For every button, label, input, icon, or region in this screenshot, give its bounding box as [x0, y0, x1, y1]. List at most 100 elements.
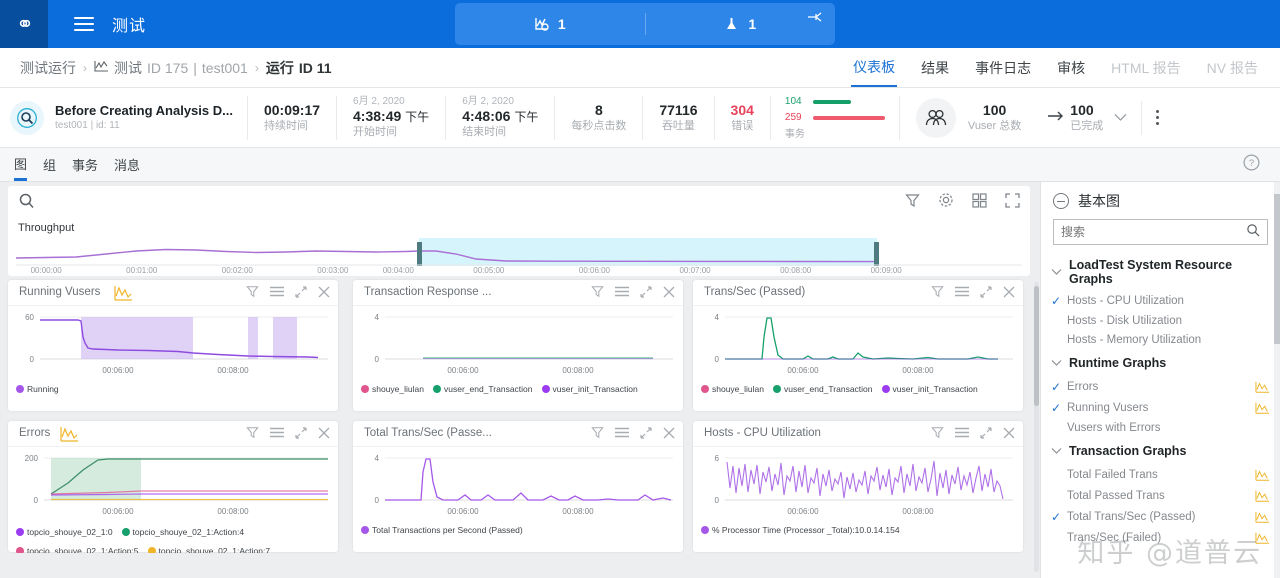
subtab-messages[interactable]: 消息 — [114, 148, 140, 181]
breadcrumb-root[interactable]: 测试运行 — [20, 58, 76, 78]
legend-item[interactable]: topcio_shouye_02_1:Action:4 — [121, 527, 244, 537]
legend-item[interactable]: vuser_init_Transaction — [881, 384, 978, 394]
sidebar-item-hosts-memory-utilization[interactable]: Hosts - Memory Utilization — [1041, 330, 1280, 349]
more-vertical-icon[interactable] — [1156, 110, 1160, 125]
legend-item[interactable]: topcio_shouye_02_1:Action:5 — [16, 546, 139, 553]
legend-item[interactable]: vuser_end_Transaction — [772, 384, 873, 394]
throughput-value: 77116 — [659, 101, 698, 118]
legend-label: vuser_end_Transaction — [783, 384, 873, 394]
sidebar-scrollbar-thumb[interactable] — [1274, 194, 1280, 344]
sidebar-item-hosts-disk-utilization[interactable]: Hosts - Disk Utilization — [1041, 311, 1280, 330]
sidebar-item-total-failed-trans[interactable]: Total Failed Trans — [1041, 464, 1280, 485]
card-trans-sec-passed[interactable]: Trans/Sec (Passed) 4 0 00:06:00 00:08:00… — [693, 280, 1023, 411]
sidebar-search[interactable] — [1053, 219, 1268, 245]
tab-dashboard[interactable]: 仪表板 — [851, 48, 898, 87]
legend-item[interactable]: topcio_shouye_02_1:Action:7 — [147, 546, 270, 553]
subtab-graphs[interactable]: 图 — [14, 148, 28, 181]
filter-icon[interactable] — [931, 285, 944, 298]
menu-icon[interactable] — [955, 427, 969, 438]
tab-event-log[interactable]: 事件日志 — [973, 48, 1033, 87]
tab-results[interactable]: 结果 — [919, 48, 951, 87]
card-header: Running Vusers — [8, 280, 338, 306]
item-label: Total Failed Trans — [1067, 468, 1158, 481]
tab-audit[interactable]: 审核 — [1055, 48, 1087, 87]
vuser-completed-cell[interactable]: 100 已完成 — [1047, 102, 1127, 134]
expand-icon[interactable] — [980, 285, 992, 298]
graph-thumbnail-icon[interactable] — [1255, 380, 1270, 394]
card-running-vusers[interactable]: Running Vusers 60 0 00:06:00 00:08:00 Ru… — [8, 280, 338, 411]
item-label: Hosts - Disk Utilization — [1067, 314, 1183, 327]
legend-item[interactable]: shouye_liulan — [361, 384, 424, 394]
pill-item-graph[interactable]: 1 — [455, 3, 645, 45]
close-icon[interactable] — [663, 427, 675, 439]
main-scrollbar-thumb[interactable] — [1034, 286, 1039, 406]
menu-icon[interactable] — [615, 286, 629, 297]
graph-thumbnail-icon[interactable] — [1255, 531, 1270, 545]
card-total-trans-sec[interactable]: Total Trans/Sec (Passe... 4 0 00:06:00 0… — [353, 421, 683, 552]
app-logo[interactable]: ⚭ — [0, 0, 48, 48]
search-icon[interactable] — [18, 192, 35, 214]
close-icon[interactable] — [1003, 427, 1015, 439]
sidebar-item-total-trans-sec-passed[interactable]: ✓ Total Trans/Sec (Passed) — [1041, 506, 1280, 527]
chevron-down-icon[interactable] — [1114, 109, 1127, 127]
filter-icon[interactable] — [931, 426, 944, 439]
sidebar-group-runtime-graphs[interactable]: Runtime Graphs — [1041, 349, 1280, 376]
card-hosts-cpu-utilization[interactable]: Hosts - CPU Utilization 6 0 00:06:00 00:… — [693, 421, 1023, 552]
timeline-plot[interactable] — [15, 238, 1022, 266]
filter-icon[interactable] — [591, 426, 604, 439]
sidebar-item-hosts-cpu-utilization[interactable]: ✓ Hosts - CPU Utilization — [1041, 290, 1280, 311]
expand-icon[interactable] — [295, 285, 307, 298]
expand-icon[interactable] — [640, 426, 652, 439]
card-transaction-response[interactable]: Transaction Response ... 4 0 00:06:00 00… — [353, 280, 683, 411]
sidebar-item-vusers-with-errors[interactable]: Vusers with Errors — [1041, 418, 1280, 437]
graph-thumbnail-icon[interactable] — [1255, 468, 1270, 482]
menu-icon[interactable] — [270, 286, 284, 297]
subtab-groups[interactable]: 组 — [43, 148, 56, 181]
graph-thumbnail-icon[interactable] — [1255, 510, 1270, 524]
menu-icon[interactable] — [270, 427, 284, 438]
fullscreen-icon[interactable] — [1005, 192, 1020, 213]
hamburger-icon[interactable] — [74, 13, 94, 35]
legend-item[interactable]: vuser_init_Transaction — [541, 384, 638, 394]
sidebar-item-errors[interactable]: ✓ Errors — [1041, 376, 1280, 397]
card-errors[interactable]: Errors 200 0 00:06:00 00:08:00 topcio_sh… — [8, 421, 338, 553]
legend-item[interactable]: Running — [16, 384, 59, 394]
sidebar-item-trans-sec-failed[interactable]: Trans/Sec (Failed) — [1041, 527, 1280, 548]
legend-item[interactable]: shouye_liulan — [701, 384, 764, 394]
expand-icon[interactable] — [640, 285, 652, 298]
circle-minus-icon[interactable] — [1053, 193, 1069, 209]
search-icon[interactable] — [1246, 223, 1260, 242]
gear-icon[interactable] — [938, 192, 954, 213]
y-axis-min: 0 — [715, 496, 720, 505]
menu-icon[interactable] — [955, 286, 969, 297]
help-circle-icon[interactable]: ? — [1243, 153, 1260, 176]
graph-thumbnail-icon[interactable] — [1255, 401, 1270, 415]
filter-icon[interactable] — [905, 193, 920, 213]
expand-icon[interactable] — [295, 426, 307, 439]
sidebar-item-total-passed-trans[interactable]: Total Passed Trans — [1041, 485, 1280, 506]
filter-icon[interactable] — [246, 426, 259, 439]
sidebar-item-running-vusers[interactable]: ✓ Running Vusers — [1041, 397, 1280, 418]
legend-item[interactable]: Total Transactions per Second (Passed) — [361, 525, 523, 535]
close-icon[interactable] — [318, 427, 330, 439]
analysis-cell[interactable]: Before Creating Analysis D... test001 | … — [0, 95, 248, 140]
subtab-transactions[interactable]: 事务 — [72, 148, 98, 181]
close-icon[interactable] — [1003, 286, 1015, 298]
legend-item[interactable]: topcio_shouye_02_1:0 — [16, 527, 113, 537]
sidebar-group-loadtest-system-resource-graphs[interactable]: LoadTest System Resource Graphs — [1041, 253, 1280, 290]
breadcrumb-test-name[interactable]: 测试 — [114, 58, 142, 78]
filter-icon[interactable] — [246, 285, 259, 298]
card-title: Trans/Sec (Passed) — [704, 286, 806, 298]
graph-thumbnail-icon[interactable] — [1255, 489, 1270, 503]
close-icon[interactable] — [318, 286, 330, 298]
menu-icon[interactable] — [615, 427, 629, 438]
pin-icon[interactable] — [807, 11, 823, 29]
close-icon[interactable] — [663, 286, 675, 298]
filter-icon[interactable] — [591, 285, 604, 298]
legend-item[interactable]: vuser_end_Transaction — [432, 384, 533, 394]
sidebar-group-transaction-graphs[interactable]: Transaction Graphs — [1041, 437, 1280, 464]
legend-item[interactable]: % Processor Time (Processor _Total):10.0… — [701, 525, 900, 535]
search-input[interactable] — [1061, 225, 1246, 239]
grid-layout-icon[interactable] — [972, 192, 987, 213]
expand-icon[interactable] — [980, 426, 992, 439]
